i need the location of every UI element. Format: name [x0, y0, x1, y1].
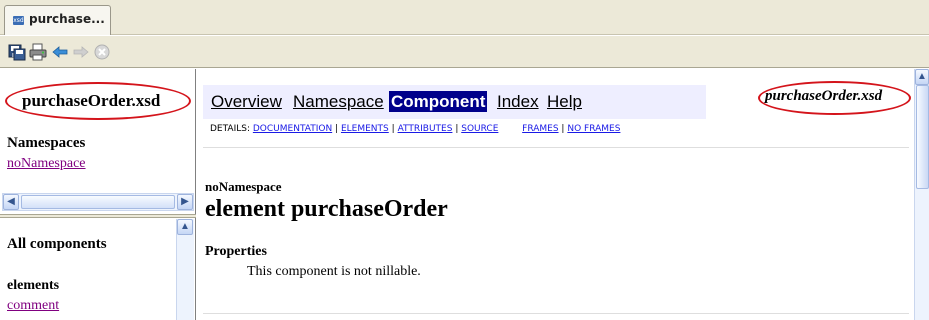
nav-help-link[interactable]: Help	[547, 92, 582, 112]
details-elements-link[interactable]: ELEMENTS	[341, 124, 389, 134]
scroll-right-icon[interactable]: ▶	[177, 194, 193, 210]
back-arrow-icon[interactable]	[51, 43, 69, 61]
element-link-comment[interactable]: comment	[7, 298, 59, 314]
details-attributes-link[interactable]: ATTRIBUTES	[398, 124, 453, 134]
tab-label: purchase...	[29, 12, 105, 26]
frames-link[interactable]: FRAMES	[522, 124, 558, 134]
schema-title-right: purchaseOrder.xsd	[765, 88, 883, 104]
properties-heading: Properties	[205, 244, 267, 259]
nav-component-current: Component	[389, 91, 488, 112]
nav-namespace-link[interactable]: Namespace	[293, 92, 384, 112]
print-icon[interactable]	[29, 43, 47, 61]
no-frames-link[interactable]: NO FRAMES	[567, 124, 620, 134]
scrollbar-thumb[interactable]	[916, 85, 929, 189]
namespace-link[interactable]: noNamespace	[7, 156, 86, 172]
tab-strip: xsd purchase...	[0, 0, 929, 35]
details-separator: |	[455, 124, 459, 134]
details-separator: |	[391, 124, 395, 134]
details-prefix: DETAILS:	[210, 124, 250, 134]
namespaces-heading: Namespaces	[7, 135, 86, 151]
scroll-left-icon[interactable]: ◀	[3, 194, 19, 210]
horizontal-rule	[203, 147, 909, 148]
details-separator: |	[335, 124, 339, 134]
forward-arrow-icon[interactable]	[72, 43, 90, 61]
main-content-frame: Overview Namespace Component Index Help …	[197, 69, 929, 320]
left-navigation-frame: purchaseOrder.xsd Namespaces noNamespace…	[0, 69, 196, 320]
details-separator: |	[561, 124, 565, 134]
scroll-up-icon[interactable]: ▲	[915, 69, 929, 85]
page-title: element purchaseOrder	[205, 196, 448, 222]
horizontal-scrollbar[interactable]: ◀ ▶	[2, 193, 194, 211]
details-documentation-link[interactable]: DOCUMENTATION	[253, 124, 332, 134]
properties-text: This component is not nillable.	[247, 264, 421, 279]
stop-icon[interactable]	[93, 43, 111, 61]
all-components-heading: All components	[7, 236, 107, 252]
xsd-file-icon: xsd	[13, 16, 24, 25]
scrollbar-thumb[interactable]	[21, 195, 175, 209]
frame-splitter[interactable]	[0, 214, 196, 218]
elements-heading: elements	[7, 278, 60, 293]
toolbar	[0, 36, 929, 68]
details-bar: DETAILS: DOCUMENTATION | ELEMENTS | ATTR…	[210, 124, 620, 134]
vertical-scrollbar-right[interactable]: ▲	[914, 69, 929, 320]
details-source-link[interactable]: SOURCE	[461, 124, 498, 134]
namespace-label: noNamespace	[205, 179, 282, 194]
document-tab[interactable]: xsd purchase...	[4, 5, 111, 35]
nav-overview-link[interactable]: Overview	[211, 92, 282, 112]
scroll-up-icon[interactable]: ▲	[177, 219, 193, 235]
schema-title: purchaseOrder.xsd	[22, 91, 161, 110]
save-icon[interactable]	[8, 43, 26, 61]
horizontal-rule	[203, 313, 909, 314]
top-navigation-bar: Overview Namespace Component Index Help	[203, 85, 706, 119]
vertical-scrollbar-left[interactable]: ▲	[176, 219, 194, 320]
nav-index-link[interactable]: Index	[497, 92, 539, 112]
